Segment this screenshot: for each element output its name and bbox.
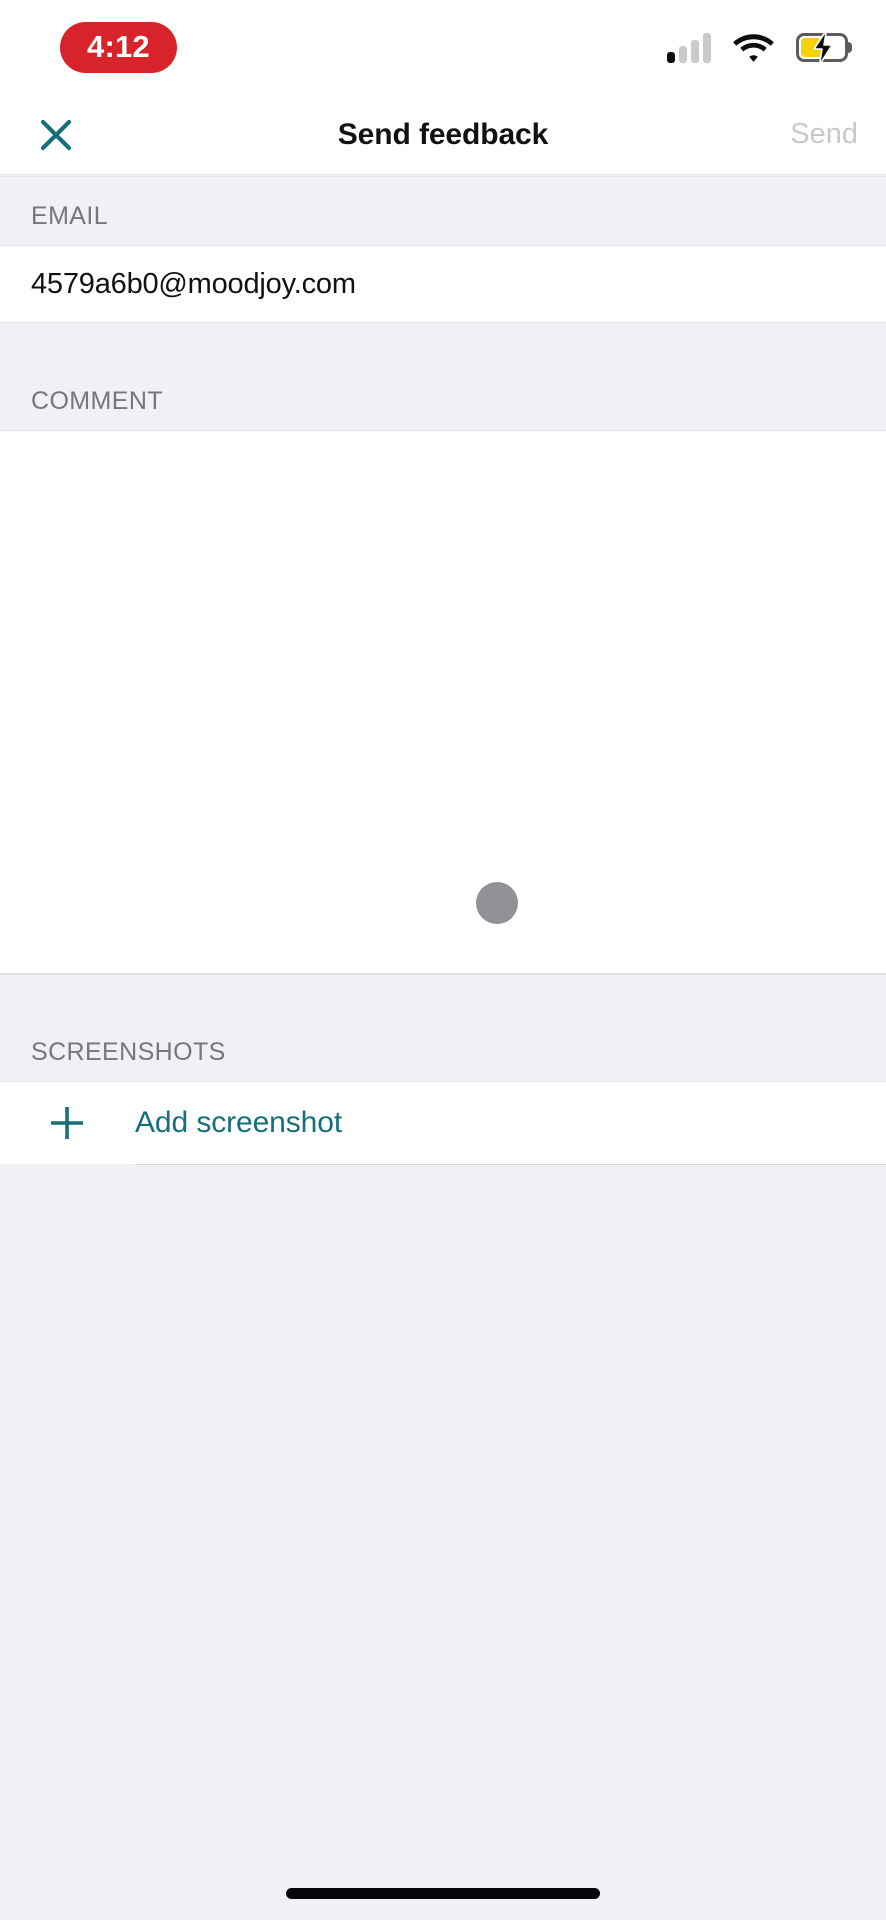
cellular-signal-icon — [667, 32, 711, 63]
home-indicator[interactable] — [286, 1888, 600, 1899]
empty-area — [0, 1165, 886, 1920]
add-screenshot-label: Add screenshot — [135, 1106, 343, 1139]
comment-section-header: COMMENT — [0, 323, 886, 431]
battery-charging-icon — [796, 30, 852, 65]
email-field[interactable]: 4579a6b0@moodjoy.com — [31, 268, 356, 301]
status-bar: 4:12 — [0, 0, 886, 95]
email-section-header: EMAIL — [0, 176, 886, 246]
email-field-row[interactable]: 4579a6b0@moodjoy.com — [0, 246, 886, 323]
page-title: Send feedback — [337, 117, 549, 151]
status-indicators — [667, 30, 852, 65]
status-time: 4:12 — [60, 22, 177, 73]
add-screenshot-row[interactable]: Add screenshot — [0, 1082, 886, 1164]
navigation-bar: Send feedback Send — [0, 95, 886, 175]
feedback-screen: 4:12 Send feedback Send EMAIL 4579a6b0@m… — [0, 0, 886, 1920]
send-button[interactable]: Send — [790, 118, 858, 151]
plus-icon — [42, 1104, 92, 1142]
loading-dot — [476, 882, 518, 924]
close-icon — [40, 119, 72, 150]
comment-input[interactable] — [0, 431, 886, 973]
screenshots-section-header: SCREENSHOTS — [0, 974, 886, 1082]
close-button[interactable] — [28, 107, 84, 163]
wifi-icon — [733, 33, 774, 63]
comment-field-container[interactable] — [0, 431, 886, 974]
